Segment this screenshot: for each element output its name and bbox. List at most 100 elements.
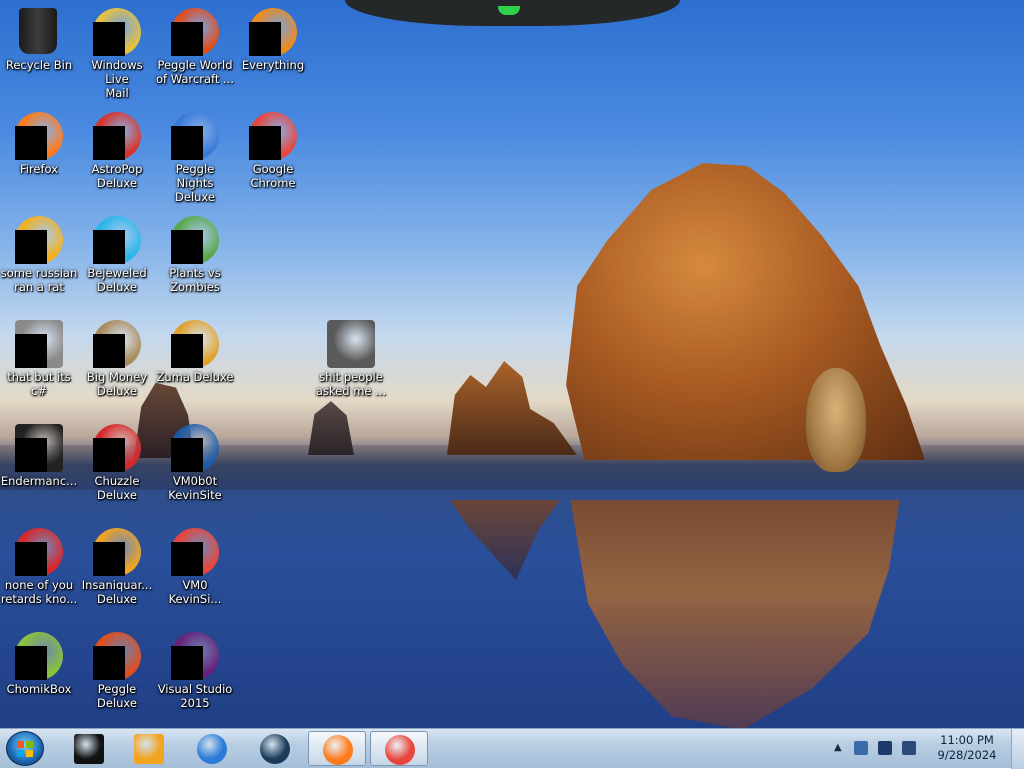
redaction-box: [93, 646, 125, 680]
desktop-icon-label: Everything: [241, 58, 305, 72]
chrome-icon: [249, 112, 297, 160]
desktop-icon-bejeweled[interactable]: Bejeweled Deluxe: [78, 210, 156, 310]
taskbar-firefox[interactable]: [308, 731, 366, 766]
site-icon: [171, 424, 219, 472]
windows-logo-icon: [17, 741, 33, 757]
start-button[interactable]: [6, 731, 44, 766]
desktop: Recycle Bin Windows Live Mail Peggle World…: [0, 0, 1024, 728]
wallpaper-rock-reflection: [570, 500, 900, 728]
visual-studio-icon: [171, 632, 219, 680]
clock[interactable]: 11:00 PM 9/28/2024: [932, 733, 1002, 763]
desktop-icon-label: Peggle Deluxe: [97, 682, 137, 710]
taskbar-globe-app[interactable]: [246, 731, 304, 766]
astropop-icon: [93, 112, 141, 160]
desktop-icon-label: AstroPop Deluxe: [91, 162, 143, 190]
show-desktop-button[interactable]: [1011, 729, 1024, 769]
desktop-icon-chrome[interactable]: VM0 KevinSi...: [156, 522, 234, 622]
app-icon: [15, 528, 63, 576]
taskbar: ▲ 11:00 PM 9/28/2024: [0, 728, 1024, 769]
taskbar-internet-explorer[interactable]: [183, 731, 241, 766]
redaction-box: [15, 334, 47, 368]
top-gadget[interactable]: [345, 0, 680, 26]
gadget-indicator-light: [498, 6, 520, 15]
clock-time: 11:00 PM: [940, 733, 994, 747]
desktop-icon-folder[interactable]: shit people asked me ...: [312, 314, 390, 414]
desktop-icon-label: Endermanc...: [0, 474, 78, 488]
firefox-icon: [323, 735, 353, 765]
chuzzle-icon: [93, 424, 141, 472]
redaction-box: [93, 542, 125, 576]
desktop-icon-chrome[interactable]: Google Chrome: [234, 106, 312, 206]
fish-icon: [93, 528, 141, 576]
desktop-icon-label: Plants vs Zombies: [169, 266, 221, 294]
desktop-icon-label: Zuma Deluxe: [156, 370, 234, 384]
desktop-icon-label: Visual Studio 2015: [157, 682, 233, 710]
recycle-bin-icon: [15, 8, 63, 56]
desktop-icon-label: Peggle Nights Deluxe: [175, 162, 215, 204]
desktop-icon-label: none of you retards kno...: [0, 578, 78, 606]
folder-icon: [327, 320, 375, 368]
search-app-icon: [249, 8, 297, 56]
desktop-icon-firefox[interactable]: Firefox: [0, 106, 78, 206]
desktop-icon-visual-studio[interactable]: Visual Studio 2015: [156, 626, 234, 726]
desktop-icon-label: Insaniquar... Deluxe: [81, 578, 153, 606]
taskbar-app-black-box[interactable]: [60, 731, 118, 766]
desktop-icon-peggle[interactable]: Peggle Deluxe: [78, 626, 156, 726]
redaction-box: [171, 646, 203, 680]
desktop-icon-label: ChomikBox: [6, 682, 72, 696]
desktop-icon-search-app[interactable]: Everything: [234, 2, 312, 102]
desktop-icon-label: Recycle Bin: [5, 58, 73, 72]
media-player-icon: [134, 734, 164, 764]
action-center-icon[interactable]: [854, 741, 868, 755]
desktop-icon-label: VM0b0t KevinSite: [168, 474, 222, 502]
desktop-icon-money-bag[interactable]: Big Money Deluxe: [78, 314, 156, 414]
bejeweled-icon: [93, 216, 141, 264]
desktop-icon-peggle[interactable]: Peggle World of Warcraft ...: [156, 2, 234, 102]
plants-vs-zombies-icon: [171, 216, 219, 264]
network-icon[interactable]: [878, 741, 892, 755]
desktop-icon-label: Google Chrome: [250, 162, 296, 190]
desktop-icon-label: Chuzzle Deluxe: [94, 474, 140, 502]
wallpaper-haystack-rock: [566, 163, 925, 460]
desktop-icon-fish[interactable]: Insaniquar... Deluxe: [78, 522, 156, 622]
redaction-box: [15, 542, 47, 576]
peggle-icon: [171, 8, 219, 56]
internet-explorer-icon: [197, 734, 227, 764]
desktop-icon-mail[interactable]: Windows Live Mail: [78, 2, 156, 102]
taskbar-chrome[interactable]: [370, 731, 428, 766]
redaction-box: [93, 126, 125, 160]
desktop-icon-plants-vs-zombies[interactable]: Plants vs Zombies: [156, 210, 234, 310]
wallpaper-rock-reflection-small: [450, 500, 560, 580]
desktop-icon-terminal[interactable]: Endermanc...: [0, 418, 78, 518]
globe-icon: [260, 734, 290, 764]
redaction-box: [249, 22, 281, 56]
redaction-box: [93, 438, 125, 472]
peggle-nights-icon: [171, 112, 219, 160]
taskbar-media-player[interactable]: [120, 731, 178, 766]
show-hidden-icons-button[interactable]: ▲: [834, 742, 842, 753]
redaction-box: [171, 438, 203, 472]
groundhog-desktop-pet[interactable]: [806, 368, 866, 472]
redaction-box: [15, 646, 47, 680]
desktop-icon-chuzzle[interactable]: Chuzzle Deluxe: [78, 418, 156, 518]
chomikbox-icon: [15, 632, 63, 680]
desktop-icon-app[interactable]: none of you retards kno...: [0, 522, 78, 622]
desktop-icon-shortcut[interactable]: that but its c#: [0, 314, 78, 414]
redaction-box: [93, 334, 125, 368]
desktop-icon-zuma[interactable]: Zuma Deluxe: [156, 314, 234, 414]
desktop-icon-site[interactable]: VM0b0t KevinSite: [156, 418, 234, 518]
desktop-icon-peggle-nights[interactable]: Peggle Nights Deluxe: [156, 106, 234, 206]
redaction-box: [93, 22, 125, 56]
desktop-icon-label: Bejeweled Deluxe: [87, 266, 147, 294]
redaction-box: [171, 334, 203, 368]
firefox-icon: [15, 112, 63, 160]
desktop-icon-chomikbox[interactable]: ChomikBox: [0, 626, 78, 726]
desktop-icon-label: that but its c#: [7, 370, 71, 398]
wallpaper-rock: [447, 361, 577, 455]
volume-icon[interactable]: [902, 741, 916, 755]
desktop-icon-astropop[interactable]: AstroPop Deluxe: [78, 106, 156, 206]
clock-date: 9/28/2024: [937, 748, 997, 762]
desktop-icon-recycle-bin[interactable]: Recycle Bin: [0, 2, 78, 102]
icon-art: [327, 320, 375, 368]
desktop-icon-app[interactable]: some russian ran a rat: [0, 210, 78, 310]
